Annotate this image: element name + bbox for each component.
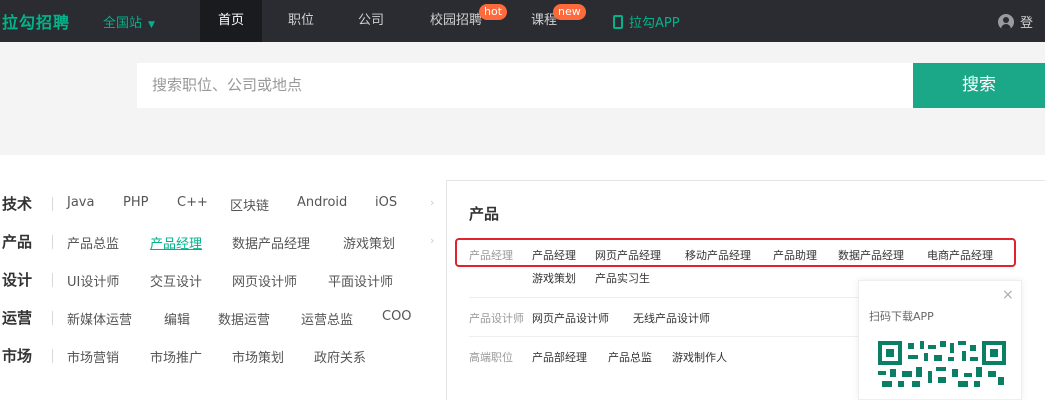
category-title: 设计 [2, 271, 33, 289]
flyout-link[interactable]: 游戏制作人 [672, 349, 727, 365]
category-row-product[interactable]: 产品 产品总监 产品经理 数据产品经理 游戏策划 › [0, 223, 445, 261]
flyout-link[interactable]: 数据产品经理 [838, 247, 904, 263]
category-link[interactable]: 网页设计师 [232, 271, 297, 290]
category-link[interactable]: iOS [375, 195, 397, 210]
category-link[interactable]: Java [67, 195, 94, 210]
category-title: 市场 [2, 347, 33, 365]
phone-icon [613, 15, 623, 29]
category-link[interactable]: 编辑 [164, 309, 190, 328]
user-icon [998, 14, 1014, 30]
login-link[interactable]: 登 [998, 12, 1033, 31]
flyout-link[interactable]: 产品助理 [773, 247, 817, 263]
category-link[interactable]: COO [382, 309, 412, 324]
search-button[interactable]: 搜索 [913, 63, 1045, 108]
nav-jobs[interactable]: 职位 [270, 0, 332, 42]
top-nav-bar: 拉勾招聘 全国站 ▼ 首页 职位 公司 校园招聘 hot 课程 new 拉勾APP… [0, 0, 1045, 42]
qr-label: 扫码下载APP [869, 310, 934, 323]
chevron-right-icon: › [430, 196, 435, 209]
nav-companies[interactable]: 公司 [340, 0, 402, 42]
flyout-link[interactable]: 无线产品设计师 [633, 310, 710, 326]
flyout-group-label: 产品设计师 [469, 312, 524, 325]
search-input[interactable]: 搜索职位、公司或地点 [137, 63, 914, 108]
category-link[interactable]: 平面设计师 [328, 271, 393, 290]
category-link[interactable]: 数据产品经理 [232, 233, 310, 252]
qr-code-icon [878, 341, 1006, 387]
category-row-tech[interactable]: 技术 Java PHP C++ 区块链 Android iOS › [0, 185, 445, 223]
flyout-link[interactable]: 网页产品设计师 [532, 310, 609, 326]
category-link[interactable]: 运营总监 [301, 309, 353, 328]
city-label: 全国站 [103, 16, 143, 31]
category-link[interactable]: 产品总监 [67, 233, 119, 252]
login-label: 登 [1020, 16, 1034, 31]
chevron-right-icon: › [430, 234, 435, 247]
flyout-link[interactable]: 移动产品经理 [685, 247, 751, 263]
nav-label: 首页 [217, 13, 244, 28]
flyout-title: 产品 [469, 205, 500, 223]
close-icon[interactable]: × [1002, 287, 1014, 303]
category-link-active[interactable]: 产品经理 [150, 233, 202, 252]
category-row-operations[interactable]: 运营 新媒体运营 编辑 数据运营 运营总监 COO [0, 299, 445, 337]
category-row-marketing[interactable]: 市场 市场营销 市场推广 市场策划 政府关系 [0, 337, 445, 375]
category-link[interactable]: C++ [177, 195, 208, 210]
category-link[interactable]: 游戏策划 [343, 233, 395, 252]
logo[interactable]: 拉勾招聘 [2, 9, 70, 33]
divider [469, 336, 869, 337]
flyout-link[interactable]: 产品总监 [608, 349, 652, 365]
category-link[interactable]: 新媒体运营 [67, 309, 132, 328]
flyout-link[interactable]: 网页产品经理 [595, 247, 661, 263]
flyout-group-label: 高端职位 [469, 351, 513, 364]
separator [52, 197, 53, 211]
category-link[interactable]: 数据运营 [218, 309, 270, 328]
category-title: 产品 [2, 233, 33, 251]
separator [52, 311, 53, 325]
flyout-link[interactable]: 电商产品经理 [927, 247, 993, 263]
category-link[interactable]: 市场营销 [67, 347, 119, 366]
separator [52, 349, 53, 363]
category-title: 技术 [2, 195, 33, 213]
separator [52, 273, 53, 287]
app-link-label: 拉勾APP [629, 16, 680, 31]
hot-badge: hot [479, 4, 508, 20]
divider [469, 297, 869, 298]
flyout-link[interactable]: 产品部经理 [532, 349, 587, 365]
category-link[interactable]: 市场推广 [150, 347, 202, 366]
city-selector[interactable]: 全国站 ▼ [103, 12, 155, 31]
flyout-link[interactable]: 产品经理 [532, 247, 576, 263]
qr-download-popup: × 扫码下载APP [858, 280, 1022, 400]
flyout-link[interactable]: 产品实习生 [595, 270, 650, 286]
category-link[interactable]: PHP [123, 195, 148, 210]
nav-label: 职位 [287, 13, 314, 28]
nav-home[interactable]: 首页 [200, 0, 262, 42]
chevron-down-icon: ▼ [148, 20, 155, 30]
category-title: 运营 [2, 309, 33, 327]
category-link[interactable]: 政府关系 [314, 347, 366, 366]
category-link[interactable]: 市场策划 [232, 347, 284, 366]
nav-label: 校园招聘 [429, 13, 482, 28]
flyout-group-label: 产品经理 [469, 249, 513, 262]
app-download-link[interactable]: 拉勾APP [613, 12, 680, 31]
category-link[interactable]: Android [297, 195, 347, 210]
category-link[interactable]: UI设计师 [67, 271, 119, 290]
category-row-design[interactable]: 设计 UI设计师 交互设计 网页设计师 平面设计师 [0, 261, 445, 299]
category-link[interactable]: 区块链 [230, 195, 269, 214]
separator [52, 235, 53, 249]
flyout-link[interactable]: 游戏策划 [532, 270, 576, 286]
nav-label: 公司 [357, 13, 384, 28]
category-link[interactable]: 交互设计 [150, 271, 202, 290]
new-badge: new [553, 4, 586, 20]
